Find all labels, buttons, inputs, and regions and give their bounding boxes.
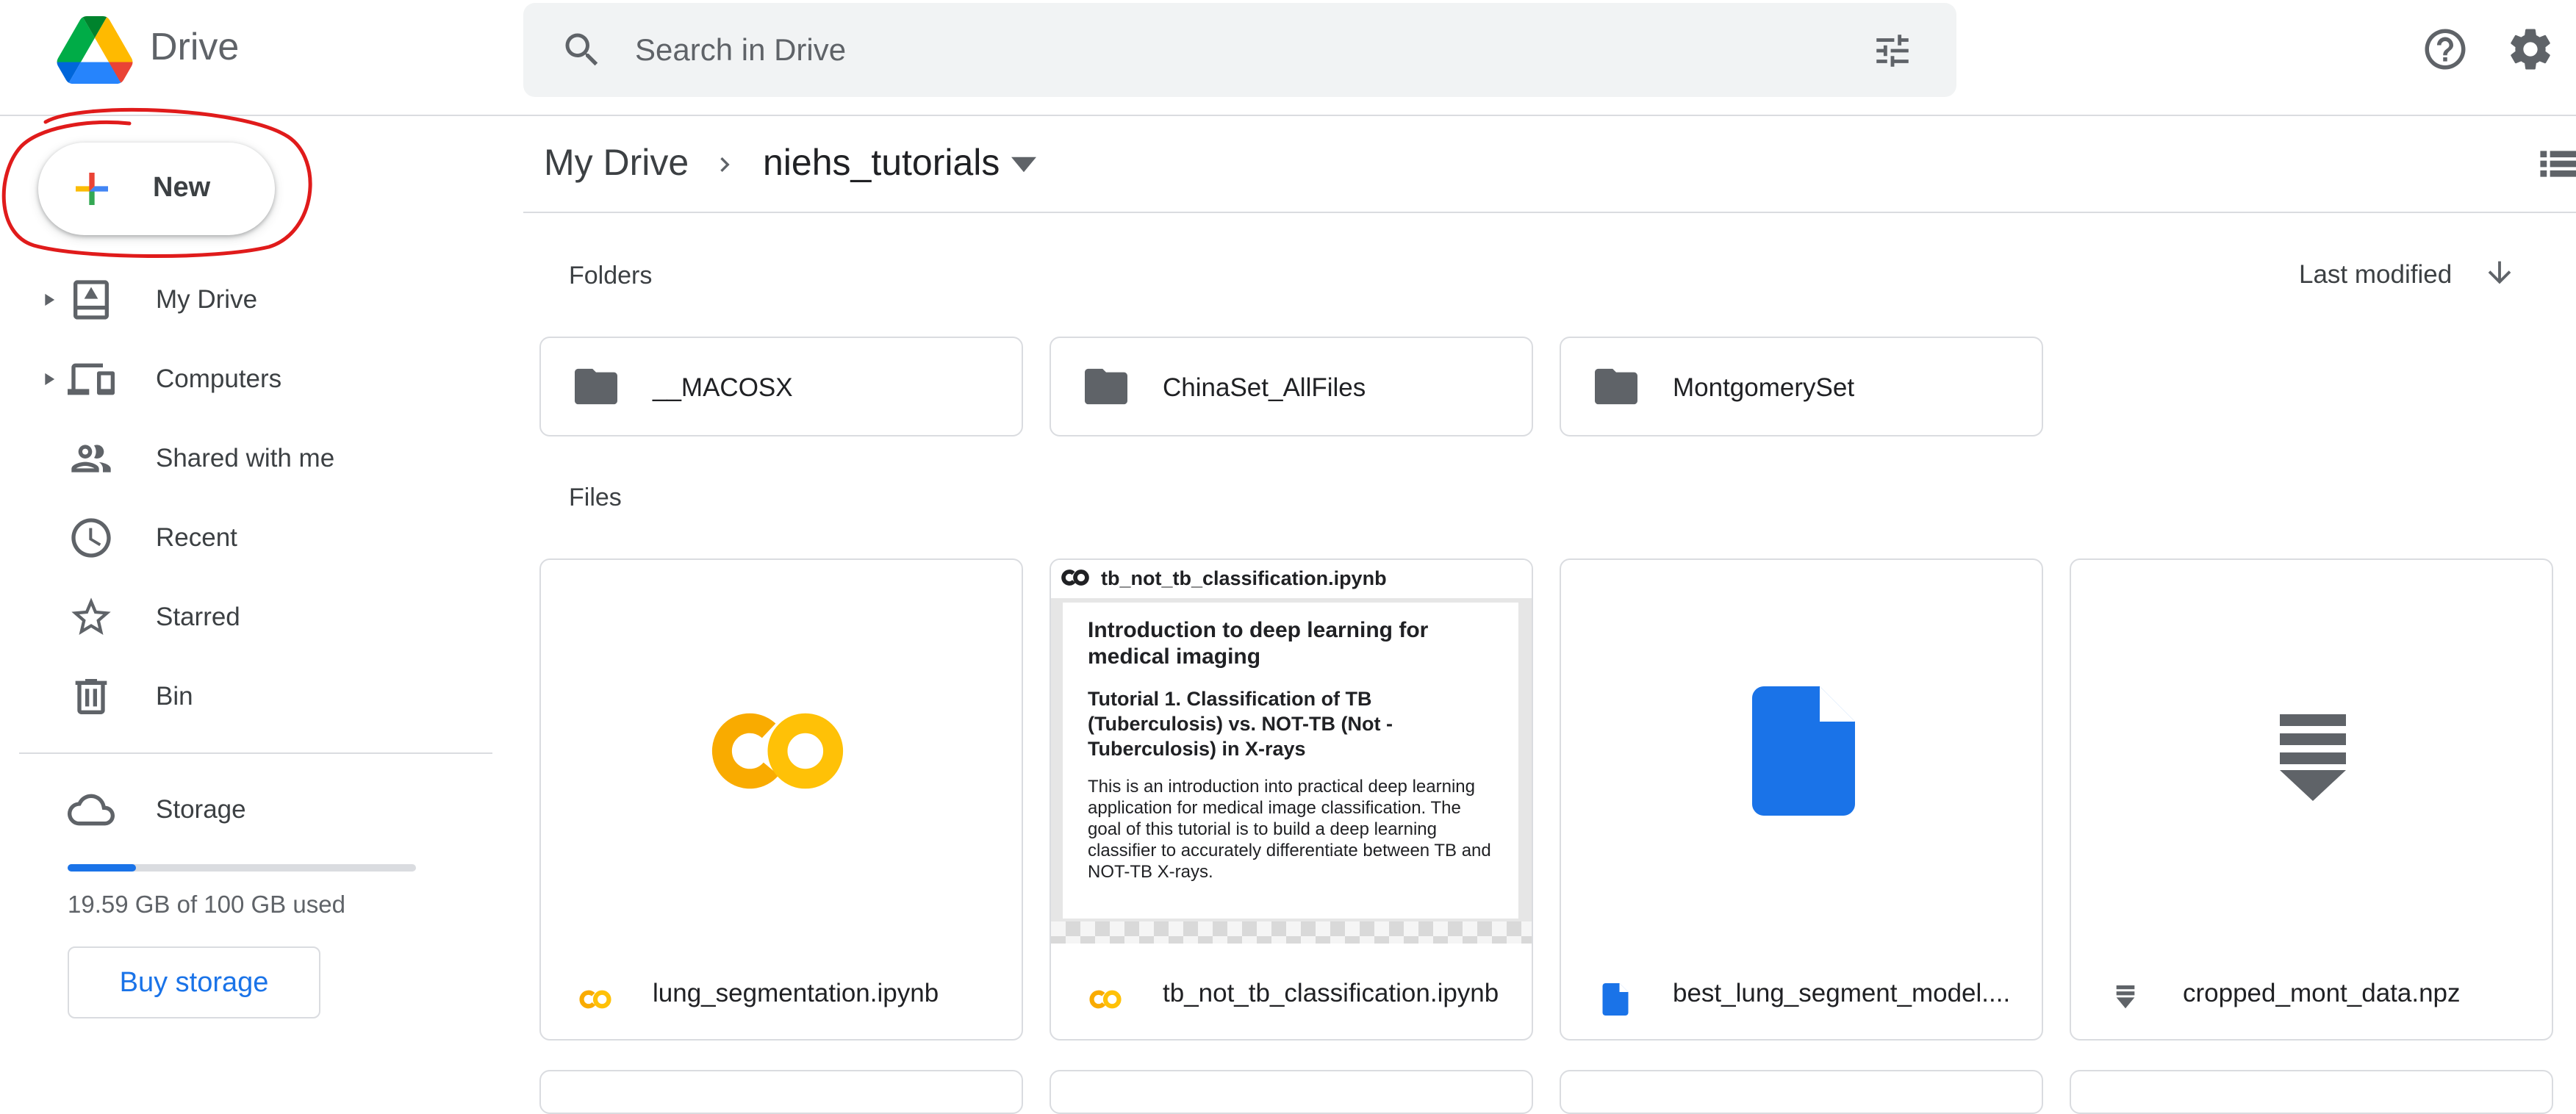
colab-file-icon — [1089, 990, 1122, 1009]
drive-logo-icon[interactable] — [56, 16, 134, 84]
preview-fade — [1051, 921, 1532, 944]
file-card[interactable]: tb_not_tb_classification.ipynb Introduct… — [1050, 558, 1533, 1041]
file-name: cropped_mont_data.npz — [2183, 979, 2461, 1007]
shared-people-icon — [71, 445, 111, 472]
sidebar-item-computers[interactable]: Computers — [29, 342, 485, 416]
preview-file-name: tb_not_tb_classification.ipynb — [1101, 567, 1387, 589]
preview-frame: Introduction to deep learning for medica… — [1051, 598, 1532, 944]
colab-logo-icon — [711, 713, 844, 789]
sidebar-divider — [19, 752, 492, 754]
storage-label: Storage — [156, 795, 246, 824]
computers-icon — [68, 363, 115, 395]
sidebar-item-label: My Drive — [156, 285, 258, 314]
file-thumbnail — [541, 560, 1022, 942]
top-bar: Drive — [0, 0, 2576, 116]
list-view-icon[interactable] — [2537, 147, 2576, 181]
new-button[interactable]: New — [38, 143, 275, 235]
archive-file-icon — [2116, 985, 2135, 1009]
expand-caret-icon[interactable] — [38, 369, 59, 389]
folder-card[interactable]: MontgomerySet — [1560, 337, 2043, 436]
document-icon — [1752, 686, 1855, 816]
expand-caret-icon[interactable] — [38, 290, 59, 310]
folder-name: __MACOSX — [653, 373, 793, 402]
star-icon — [71, 597, 111, 635]
new-button-label: New — [153, 172, 211, 203]
folders-section-label: Folders — [569, 262, 653, 290]
folder-card[interactable]: ChinaSet_AllFiles — [1050, 337, 1533, 436]
document-file-icon — [1602, 983, 1629, 1016]
storage-used-text: 19.59 GB of 100 GB used — [68, 891, 345, 918]
file-card[interactable] — [2070, 1070, 2553, 1114]
sidebar-item-label: Shared with me — [156, 444, 335, 472]
sidebar-item-label: Computers — [156, 364, 282, 393]
file-name: lung_segmentation.ipynb — [653, 979, 939, 1007]
file-card[interactable] — [1560, 1070, 2043, 1114]
sidebar-item-label: Recent — [156, 523, 237, 552]
sidebar-item-storage[interactable]: Storage — [29, 773, 485, 847]
file-card[interactable]: lung_segmentation.ipynb — [539, 558, 1023, 1041]
preview-header: tb_not_tb_classification.ipynb — [1051, 560, 1532, 598]
arrow-down-icon[interactable] — [2483, 256, 2516, 290]
preview-heading: Introduction to deep learning for medica… — [1088, 618, 1429, 669]
archive-icon — [2280, 714, 2346, 801]
my-drive-icon — [73, 280, 109, 320]
breadcrumb-current-folder[interactable]: niehs_tutorials — [763, 141, 1000, 184]
sidebar-item-starred[interactable]: Starred — [29, 581, 485, 654]
buy-storage-button[interactable]: Buy storage — [68, 946, 320, 1018]
settings-gear-icon[interactable] — [2506, 25, 2555, 73]
file-card[interactable]: best_lung_segment_model.... — [1560, 558, 2043, 1041]
folder-name: MontgomerySet — [1673, 373, 1855, 402]
sidebar-item-label: Bin — [156, 682, 193, 711]
sidebar-item-shared-with-me[interactable]: Shared with me — [29, 422, 485, 495]
app-brand: Drive — [150, 26, 240, 68]
help-icon[interactable] — [2421, 25, 2469, 73]
preview-subheading: Tutorial 1. Classification of TB (Tuberc… — [1088, 688, 1393, 760]
search-input[interactable] — [634, 19, 1809, 81]
search-options-icon[interactable] — [1871, 29, 1914, 72]
folder-icon — [1085, 368, 1127, 405]
file-thumbnail — [1561, 560, 2042, 942]
breadcrumb-my-drive[interactable]: My Drive — [544, 141, 689, 184]
trash-icon — [75, 679, 107, 714]
sidebar-item-recent[interactable]: Recent — [29, 501, 485, 575]
folder-card[interactable]: __MACOSX — [539, 337, 1023, 436]
file-thumbnail — [2071, 560, 2552, 942]
folder-name: ChinaSet_AllFiles — [1163, 373, 1366, 402]
sidebar-item-bin[interactable]: Bin — [29, 660, 485, 733]
notebook-preview-thumbnail: tb_not_tb_classification.ipynb Introduct… — [1051, 560, 1532, 944]
cloud-icon — [68, 794, 115, 826]
chevron-right-icon — [720, 157, 730, 172]
file-name: tb_not_tb_classification.ipynb — [1163, 979, 1499, 1007]
preview-paragraph: This is an introduction into practical d… — [1088, 777, 1491, 882]
preview-page: Introduction to deep learning for medica… — [1063, 603, 1518, 919]
sort-label[interactable]: Last modified — [2299, 260, 2452, 290]
file-card[interactable] — [539, 1070, 1023, 1114]
folder-icon — [575, 368, 617, 405]
storage-usage-fill — [68, 864, 136, 872]
search-bar[interactable] — [523, 3, 1956, 97]
folder-icon — [1595, 368, 1637, 405]
dropdown-caret-icon[interactable] — [1011, 156, 1036, 173]
clock-icon — [71, 518, 111, 558]
files-section-label: Files — [569, 484, 622, 511]
file-card[interactable] — [1050, 1070, 1533, 1114]
multicolor-plus-icon — [76, 173, 108, 205]
sidebar-item-label: Starred — [156, 603, 240, 631]
file-name: best_lung_segment_model.... — [1673, 979, 2011, 1007]
colab-logo-icon — [1061, 569, 1089, 586]
file-card[interactable]: cropped_mont_data.npz — [2070, 558, 2553, 1041]
sidebar-item-my-drive[interactable]: My Drive — [29, 263, 485, 337]
colab-file-icon — [579, 990, 611, 1009]
header-divider — [523, 212, 2576, 213]
storage-usage-bar — [68, 864, 416, 872]
search-icon[interactable] — [560, 28, 604, 72]
